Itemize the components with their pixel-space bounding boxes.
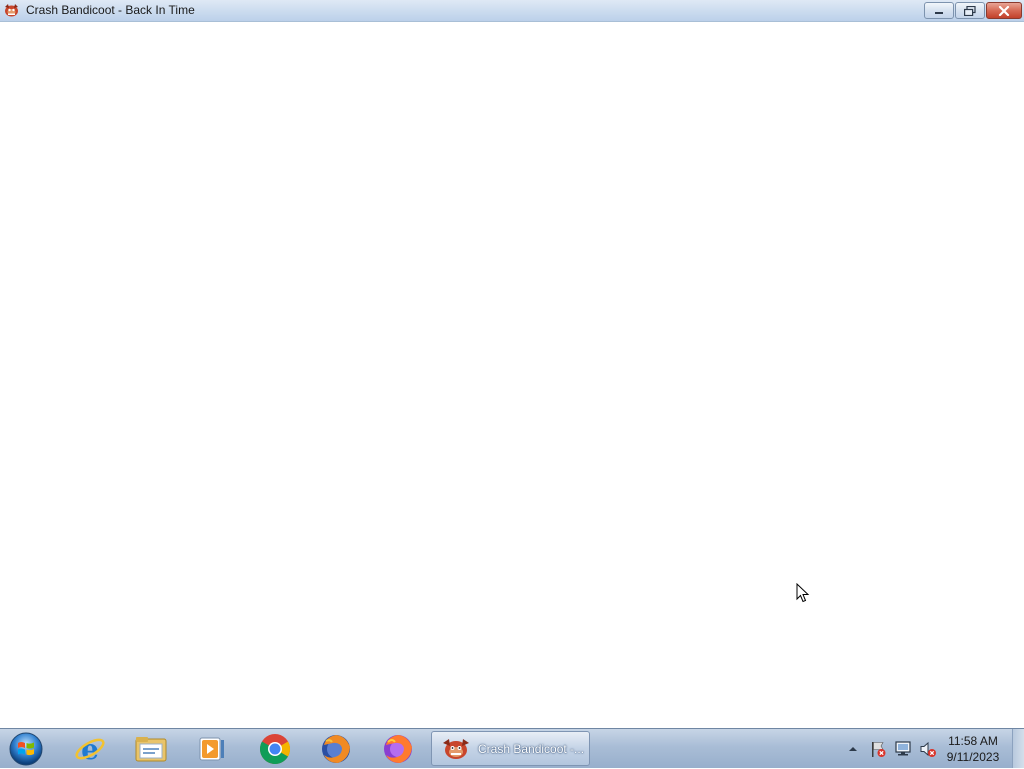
restore-icon bbox=[964, 5, 976, 16]
close-button[interactable] bbox=[986, 2, 1022, 19]
show-hidden-icons-button[interactable] bbox=[842, 739, 864, 759]
pinned-firefox-2[interactable] bbox=[370, 731, 426, 766]
mouse-cursor-icon bbox=[796, 583, 810, 603]
action-center-flag-icon bbox=[872, 742, 886, 757]
pinned-file-explorer[interactable] bbox=[123, 731, 179, 766]
minimize-icon bbox=[935, 11, 943, 14]
pinned-internet-explorer[interactable]: e bbox=[62, 731, 118, 766]
clock-date: 9/11/2023 bbox=[946, 750, 1000, 764]
clock-time: 11:58 AM bbox=[948, 734, 998, 748]
taskbar-item-crash-bandicoot[interactable]: Crash Bandicoot -... bbox=[431, 731, 590, 766]
title-bar[interactable]: Crash Bandicoot - Back In Time bbox=[0, 0, 1024, 22]
pinned-firefox[interactable] bbox=[308, 731, 364, 766]
system-clock[interactable]: 11:58 AM 9/11/2023 bbox=[940, 733, 1006, 765]
game-window: Crash Bandicoot - Back In Time bbox=[0, 0, 1024, 728]
start-button[interactable] bbox=[4, 730, 48, 767]
action-center-button[interactable] bbox=[867, 739, 889, 759]
notification-area bbox=[842, 729, 942, 769]
crash-bandicoot-icon bbox=[5, 4, 18, 17]
firefox-icon bbox=[384, 734, 412, 763]
svg-text:e: e bbox=[81, 733, 99, 765]
pinned-media-player[interactable] bbox=[184, 731, 240, 766]
minimize-button[interactable] bbox=[924, 2, 954, 19]
taskbar: e Crash Bandicoot -... 11:58 AM 9/11/202… bbox=[0, 728, 1024, 768]
show-desktop-button[interactable] bbox=[1012, 729, 1024, 768]
taskbar-item-label: Crash Bandicoot -... bbox=[478, 742, 585, 756]
chrome-icon bbox=[260, 733, 290, 764]
game-canvas[interactable] bbox=[0, 22, 1024, 728]
pinned-chrome[interactable] bbox=[247, 731, 303, 766]
caption-buttons bbox=[924, 2, 1022, 19]
firefox-icon bbox=[322, 734, 350, 763]
volume-button[interactable] bbox=[917, 739, 939, 759]
internet-explorer-icon: e bbox=[75, 733, 105, 765]
volume-muted-icon bbox=[920, 741, 936, 757]
network-button[interactable] bbox=[892, 739, 914, 759]
close-icon bbox=[998, 5, 1010, 16]
crash-bandicoot-icon bbox=[443, 739, 469, 759]
network-icon bbox=[895, 741, 911, 756]
media-player-icon bbox=[199, 737, 224, 760]
windows-start-orb bbox=[9, 732, 43, 765]
window-title: Crash Bandicoot - Back In Time bbox=[26, 3, 195, 17]
chevron-up-icon bbox=[849, 747, 857, 751]
restore-button[interactable] bbox=[955, 2, 985, 19]
folder-icon bbox=[135, 736, 167, 761]
